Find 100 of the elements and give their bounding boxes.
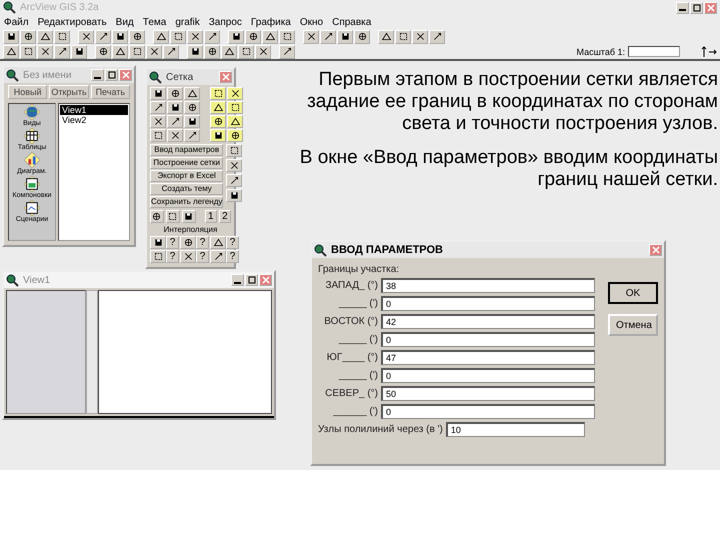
tool-button[interactable] [184, 101, 200, 114]
toolbar-button[interactable] [187, 30, 203, 44]
toolbar-button[interactable] [3, 44, 19, 58]
input-field[interactable]: 0 [381, 404, 595, 419]
tool-button[interactable] [167, 87, 183, 100]
input-field[interactable]: 42 [381, 314, 595, 329]
toolbar-button[interactable] [187, 44, 203, 58]
tool-button[interactable] [226, 174, 242, 187]
toolbar-button[interactable] [429, 30, 445, 44]
toolbar-button[interactable] [255, 44, 271, 58]
command-button[interactable]: Ввод параметров [150, 144, 224, 156]
toolbar-button[interactable] [279, 44, 295, 58]
input-field[interactable]: 0 [381, 296, 595, 311]
tool-button[interactable] [167, 129, 183, 142]
toolbar-button[interactable] [245, 30, 261, 44]
toolbar-button[interactable] [54, 30, 70, 44]
toolbar-button[interactable] [146, 44, 162, 58]
toolbar-button[interactable] [95, 44, 111, 58]
minimize-button[interactable] [676, 2, 689, 14]
toolbar-button[interactable] [163, 44, 179, 58]
toolbar-button[interactable] [279, 30, 295, 44]
toolbar-button[interactable] [37, 30, 53, 44]
tool-button[interactable] [150, 87, 166, 100]
toolbar-button[interactable] [221, 44, 237, 58]
toolbar-button[interactable] [262, 30, 278, 44]
scale-field[interactable] [628, 46, 680, 57]
toolbar-button[interactable] [170, 30, 186, 44]
menu-item[interactable]: Запрос [208, 16, 242, 28]
menu-item[interactable]: Вид [116, 16, 134, 28]
input-field[interactable]: 0 [381, 332, 595, 347]
tool-button[interactable] [227, 101, 243, 114]
tool-button[interactable] [180, 250, 196, 263]
toolbar-button[interactable] [3, 30, 19, 44]
menu-item[interactable]: Справка [332, 16, 372, 28]
tool-button[interactable] [227, 115, 243, 128]
tool-button[interactable] [184, 115, 200, 128]
document-item[interactable]: View1 [60, 105, 128, 115]
toolbar-button[interactable] [78, 30, 94, 44]
command-button[interactable]: Построение сетки [150, 157, 224, 169]
tool-button[interactable] [166, 210, 180, 223]
minimize-button[interactable] [231, 274, 244, 286]
number-button[interactable]: 1 [204, 210, 217, 223]
toolbar-button[interactable] [204, 44, 220, 58]
toolbar-button[interactable] [395, 30, 411, 44]
tool-button[interactable] [227, 129, 243, 142]
tool-button[interactable] [210, 129, 226, 142]
toolbar-button[interactable] [378, 30, 394, 44]
command-button[interactable]: Создать тему [150, 183, 224, 195]
toolbar-button[interactable] [71, 44, 87, 58]
toolbar-button[interactable] [54, 44, 70, 58]
project-button[interactable]: Печать [90, 85, 130, 99]
tool-button[interactable] [150, 129, 166, 142]
help-button[interactable]: ? [226, 250, 239, 263]
input-field[interactable]: 0 [381, 368, 595, 383]
tool-button[interactable] [210, 250, 226, 263]
menu-item[interactable]: Окно [300, 16, 324, 28]
input-field[interactable]: 10 [446, 422, 585, 437]
toolbar-button[interactable] [320, 30, 336, 44]
document-type-icon[interactable] [21, 128, 43, 144]
minimize-button[interactable] [91, 69, 104, 81]
tool-button[interactable] [210, 101, 226, 114]
toolbar-button[interactable] [37, 44, 53, 58]
document-type-icon[interactable] [20, 200, 43, 216]
toolbar-button[interactable] [354, 30, 370, 44]
command-button[interactable]: Сохранить легенду [150, 196, 224, 208]
tool-button[interactable] [226, 159, 242, 172]
number-button[interactable]: 2 [218, 210, 231, 223]
toolbar-button[interactable] [112, 44, 128, 58]
toolbar-button[interactable] [303, 30, 319, 44]
input-field[interactable]: 38 [381, 278, 595, 293]
document-type-icon[interactable] [20, 176, 43, 192]
toolbar-button[interactable] [153, 30, 169, 44]
tool-button[interactable] [226, 144, 242, 157]
tool-button[interactable] [150, 115, 166, 128]
tool-button[interactable] [167, 101, 183, 114]
help-button[interactable]: ? [226, 236, 239, 249]
help-button[interactable]: ? [166, 250, 179, 263]
toolbar-button[interactable] [412, 30, 428, 44]
toolbar-button[interactable] [129, 30, 145, 44]
tool-button[interactable] [150, 236, 166, 249]
close-button[interactable] [649, 244, 662, 256]
tool-button[interactable] [210, 236, 226, 249]
help-button[interactable]: ? [196, 236, 209, 249]
close-button[interactable] [219, 71, 232, 83]
tool-button[interactable] [210, 87, 226, 100]
tool-button[interactable] [184, 87, 200, 100]
tool-button[interactable] [150, 250, 166, 263]
toolbar-button[interactable] [228, 30, 244, 44]
toolbar-button[interactable] [112, 30, 128, 44]
maximize-button[interactable] [690, 2, 703, 14]
dialog-button[interactable]: OK [608, 282, 658, 304]
help-button[interactable]: ? [166, 236, 179, 249]
tool-button[interactable] [180, 236, 196, 249]
maximize-button[interactable] [105, 69, 118, 81]
tool-button[interactable] [150, 210, 164, 223]
tool-button[interactable] [226, 189, 242, 202]
menu-item[interactable]: Файл [4, 16, 29, 28]
tool-button[interactable] [210, 115, 226, 128]
project-button[interactable]: Открыть [49, 85, 89, 99]
tool-button[interactable] [182, 210, 196, 223]
